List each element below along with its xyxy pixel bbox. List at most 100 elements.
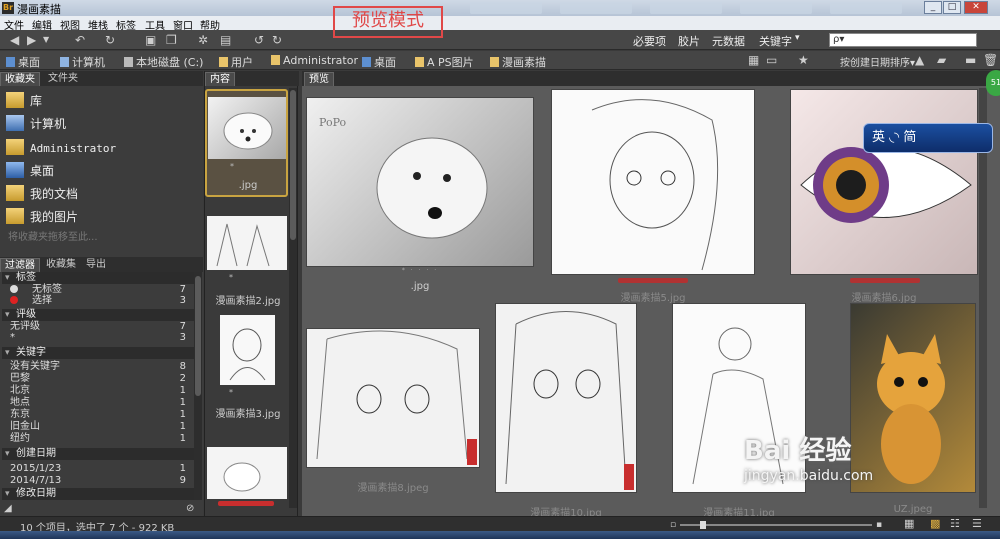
filter-header-labels[interactable]: 标签 — [2, 272, 194, 284]
breadcrumb-computer[interactable]: 计算机 — [60, 54, 105, 70]
sort-ascending-icon[interactable]: ▲ — [915, 54, 924, 66]
sort-menu[interactable]: 按创建日期排序▾ — [840, 54, 915, 69]
thumbnail-caption[interactable]: .jpg — [205, 180, 291, 191]
filter-header-date-created[interactable]: 创建日期 — [2, 448, 194, 460]
pin-icon[interactable]: ◢ — [4, 503, 12, 515]
preview-item[interactable]: 漫画素描8.jpeg — [306, 328, 480, 494]
thumbnail-caption[interactable]: 漫画素描3.jpg — [205, 405, 291, 420]
close-button[interactable]: ✕ — [964, 1, 988, 14]
view-options-icon[interactable]: ▭ — [766, 54, 777, 66]
go-to-parent-icon[interactable]: ↶ — [75, 34, 85, 46]
workspace-essentials[interactable]: 必要项 — [633, 33, 666, 49]
zoom-in-icon[interactable]: ▪ — [876, 519, 882, 531]
clear-filter-icon[interactable]: ⊘ — [186, 503, 194, 515]
thumbnail-rating[interactable]: * — [201, 273, 261, 282]
filter-scrollbar[interactable] — [194, 272, 202, 500]
thumbnail-image[interactable] — [207, 216, 287, 270]
favorite-library[interactable]: 库 — [6, 92, 42, 109]
breadcrumb-ps-images[interactable]: A PS图片 — [415, 54, 474, 70]
background-tab[interactable] — [740, 2, 812, 14]
thumbnail-rating[interactable]: * — [201, 388, 261, 397]
scrollbar-thumb[interactable] — [290, 90, 296, 240]
favorite-documents[interactable]: 我的文档 — [6, 185, 78, 202]
thumbnail-image[interactable] — [208, 97, 286, 159]
filter-row[interactable]: 旧金山 1 — [10, 421, 186, 432]
filter-row[interactable]: 2015/1/23 1 — [10, 463, 186, 474]
view-details-icon[interactable]: ☷ — [950, 518, 960, 530]
view-thumbnails-icon[interactable]: ▩ — [930, 518, 940, 530]
refine-icon[interactable]: ❐ — [166, 34, 177, 46]
scrollbar-thumb[interactable] — [195, 276, 201, 396]
reveal-recent-icon[interactable]: ↻ — [105, 34, 115, 46]
tab-folders[interactable]: 文件夹 — [44, 72, 82, 86]
filter-header-date-modified[interactable]: 修改日期 — [2, 488, 194, 500]
rotate-left-icon[interactable]: ↺ — [254, 34, 264, 46]
thumbnail-image[interactable] — [220, 315, 275, 385]
forward-arrow-icon[interactable]: ▶ — [27, 34, 36, 46]
slider-knob[interactable] — [700, 521, 706, 529]
workspace-filmstrip[interactable]: 胶片 — [678, 33, 700, 49]
filter-row[interactable]: 北京 1 — [10, 385, 186, 396]
tab-content[interactable]: 内容 — [205, 72, 235, 86]
breadcrumb-desktop[interactable]: 桌面 — [6, 54, 40, 70]
favorite-computer[interactable]: 计算机 — [6, 115, 66, 132]
delete-icon[interactable]: 🗑 — [983, 54, 998, 66]
favorite-pictures[interactable]: 我的图片 — [6, 208, 78, 225]
rating-filter-icon[interactable]: ★ — [798, 54, 809, 66]
workspace-menu-arrow[interactable]: ▾ — [795, 33, 800, 43]
back-arrow-icon[interactable]: ◀ — [10, 34, 19, 46]
breadcrumb-administrator[interactable]: Administrator — [271, 54, 358, 67]
preview-item[interactable]: 漫画素描5.jpg — [551, 89, 755, 304]
grid-lock-icon[interactable]: ▦ — [904, 518, 914, 530]
tab-preview[interactable]: 预览 — [304, 72, 334, 86]
favorite-administrator[interactable]: Administrator — [6, 139, 116, 155]
thumbnail-rating[interactable]: * — [206, 162, 258, 171]
history-dropdown-icon[interactable]: ▼ — [43, 34, 49, 46]
filter-row[interactable]: 选择 3 — [10, 295, 186, 306]
open-recent-icon[interactable]: ▰ — [937, 54, 946, 66]
filter-header-ratings[interactable]: 评级 — [2, 309, 194, 321]
workspace-keywords[interactable]: 关键字 — [759, 33, 792, 49]
workspace-metadata[interactable]: 元数据 — [712, 33, 745, 49]
filter-row[interactable]: 2014/7/13 9 — [10, 475, 186, 486]
preview-item[interactable]: PoPo * · · · · .jpg — [306, 97, 534, 297]
minimize-button[interactable]: _ — [924, 1, 942, 14]
filter-row[interactable]: 无评级 7 — [10, 321, 186, 332]
output-icon[interactable]: ▤ — [220, 34, 231, 46]
notification-badge[interactable]: 51 — [986, 70, 1000, 96]
rating-stars[interactable]: * · · · · — [306, 267, 534, 274]
background-tab[interactable] — [650, 2, 722, 14]
quality-thumbnail-icon[interactable]: ▦ — [748, 54, 759, 66]
view-list-icon[interactable]: ☰ — [972, 518, 982, 530]
breadcrumb-local-disk[interactable]: 本地磁盘 (C:) — [124, 54, 203, 70]
filter-row[interactable]: 没有关键字 8 — [10, 361, 186, 372]
filter-row[interactable]: 纽约 1 — [10, 433, 186, 444]
thumbnail-size-slider[interactable] — [680, 521, 872, 529]
filter-row[interactable]: 无标签 7 — [10, 284, 186, 295]
favorite-desktop[interactable]: 桌面 — [6, 162, 54, 179]
content-scrollbar[interactable] — [289, 88, 297, 508]
search-input[interactable]: ρ▾ — [829, 33, 977, 47]
rotate-right-icon[interactable]: ↻ — [272, 34, 282, 46]
tab-export[interactable]: 导出 — [82, 258, 110, 272]
zoom-out-icon[interactable]: ▫ — [670, 519, 676, 531]
tab-favorites[interactable]: 收藏夹 — [0, 72, 40, 86]
breadcrumb-desktop-2[interactable]: 桌面 — [362, 54, 396, 70]
thumbnail-image[interactable] — [207, 447, 287, 499]
camera-import-icon[interactable]: ▣ — [145, 34, 156, 46]
preview-item[interactable]: UZ.jpeg — [850, 303, 976, 518]
thumbnail-caption[interactable]: 漫画素描2.jpg — [205, 292, 291, 307]
ime-toolbar[interactable]: 英 ◟◝ 简 — [863, 123, 993, 153]
filter-row[interactable]: * 3 — [10, 332, 186, 343]
new-folder-icon[interactable]: ▬ — [965, 54, 976, 66]
background-tab[interactable] — [560, 2, 632, 14]
maximize-button[interactable]: □ — [943, 1, 961, 14]
filter-row[interactable]: 地点 1 — [10, 397, 186, 408]
filter-row[interactable]: 东京 1 — [10, 409, 186, 420]
filter-header-keywords[interactable]: 关键字 — [2, 347, 194, 359]
preview-item[interactable]: 漫画素描11.jpg — [672, 303, 806, 519]
breadcrumb-manga-sketch[interactable]: 漫画素描 — [490, 54, 546, 70]
open-in-camera-raw-icon[interactable]: ✲ — [198, 34, 208, 46]
tab-collections[interactable]: 收藏集 — [42, 258, 80, 272]
background-tab[interactable] — [830, 2, 902, 14]
